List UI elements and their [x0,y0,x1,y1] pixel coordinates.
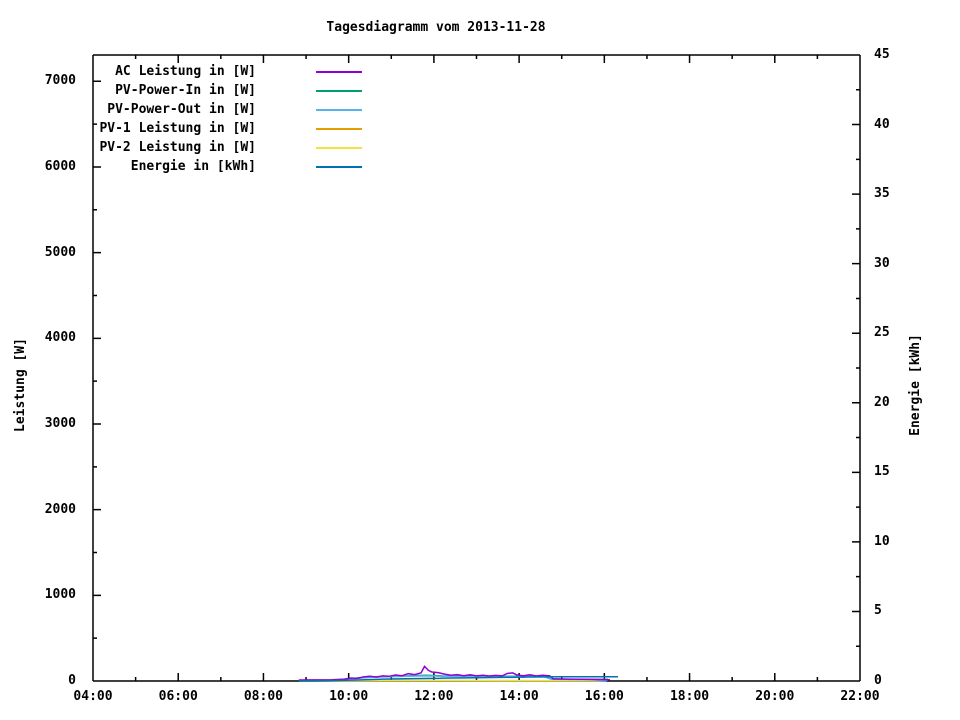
y-right-tick-label: 0 [874,673,882,688]
gnuplot-day-chart: Tagesdiagramm vom 2013-11-28 Leistung [W… [0,0,960,720]
y-left-axis-title: Leistung [W] [13,338,28,432]
y-right-tick-label: 5 [874,603,882,619]
y-left-tick-label: 2000 [44,501,76,517]
x-tick-label: 12:00 [414,689,454,704]
x-tick-label: 10:00 [329,689,369,704]
chart-title: Tagesdiagramm vom 2013-11-28 [326,20,546,35]
y-right-tick-label: 15 [874,464,890,480]
x-tick-label: 14:00 [499,689,539,704]
legend-label: PV-2 Leistung in [W] [99,140,256,155]
y-left-tick-label: 0 [68,673,76,688]
y-right-tick-label: 45 [874,47,890,62]
y-right-tick-label: 10 [874,533,890,549]
legend-label: AC Leistung in [W] [115,64,256,79]
y-right-axis-title: Energie [kWh] [908,334,923,436]
x-tick-label: 04:00 [73,689,113,704]
x-tick-label: 08:00 [243,689,283,704]
legend-label: PV-Power-In in [W] [115,83,256,98]
y-left-tick-label: 3000 [44,415,76,431]
y-right-tick-label: 40 [874,116,890,132]
x-tick-label: 22:00 [840,689,880,704]
y-right-tick-label: 30 [874,255,890,271]
legend-label: PV-1 Leistung in [W] [99,121,256,136]
x-tick-label: 16:00 [584,689,624,704]
y-left-tick-label: 5000 [44,244,76,260]
y-right-tick-label: 20 [874,394,890,410]
x-tick-label: 06:00 [158,689,198,704]
x-tick-label: 20:00 [755,689,795,704]
y-left-tick-label: 4000 [44,330,76,346]
legend-label: Energie in [kWh] [130,159,256,174]
legend-label: PV-Power-Out in [W] [107,102,256,117]
y-left-tick-label: 1000 [44,587,76,603]
y-right-tick-label: 25 [874,325,890,341]
x-tick-label: 18:00 [669,689,710,704]
y-right-tick-label: 35 [874,186,890,202]
